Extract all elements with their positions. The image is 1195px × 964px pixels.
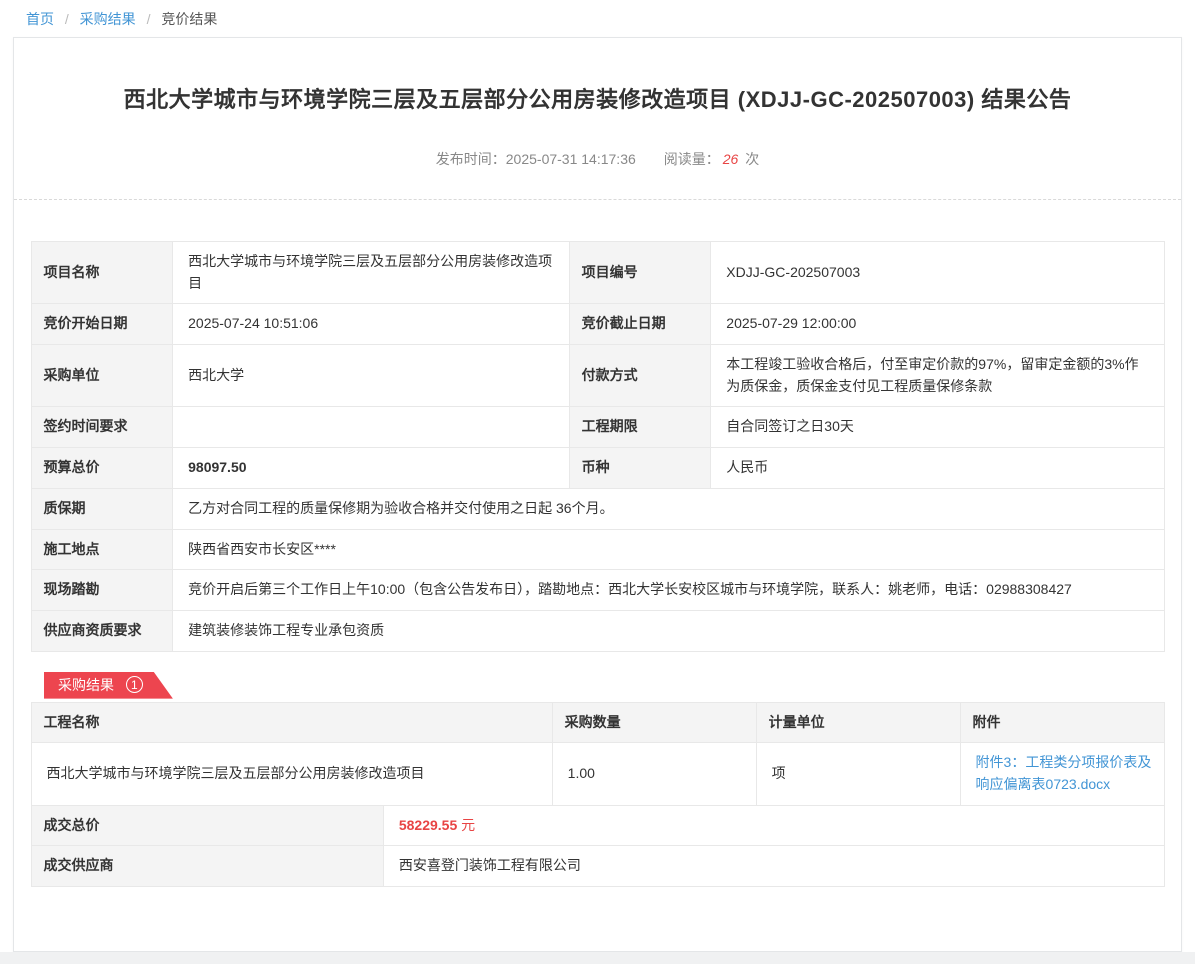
site-survey-label: 现场踏勘 — [31, 570, 173, 611]
project-number-label: 项目编号 — [569, 242, 711, 304]
deal-total-price-number: 58229.55 — [399, 817, 457, 833]
attachment-link[interactable]: 附件3：工程类分项报价表及响应偏离表0723.docx — [976, 754, 1152, 792]
deal-total-price-value: 58229.55 元 — [383, 805, 1164, 846]
breadcrumb-home-link[interactable]: 首页 — [26, 11, 54, 27]
construction-site-label: 施工地点 — [31, 529, 173, 570]
payment-method-label: 付款方式 — [569, 345, 711, 407]
breadcrumb-separator: / — [147, 11, 151, 27]
table-row: 施工地点 陕西省西安市长安区**** — [31, 529, 1164, 570]
signing-time-label: 签约时间要求 — [31, 407, 173, 448]
table-row: 供应商资质要求 建筑装修装饰工程专业承包资质 — [31, 610, 1164, 651]
announcement-card: 西北大学城市与环境学院三层及五层部分公用房装修改造项目 (XDJJ-GC-202… — [13, 37, 1182, 952]
attachment-column-header: 附件 — [960, 702, 1164, 743]
deal-summary-table: 成交总价 58229.55 元 成交供应商 西安喜登门装饰工程有限公司 — [31, 805, 1165, 887]
result-project-name: 西北大学城市与环境学院三层及五层部分公用房装修改造项目 — [31, 743, 552, 805]
budget-total-label: 预算总价 — [31, 448, 173, 489]
winning-supplier-label: 成交供应商 — [31, 846, 383, 887]
publish-time-value: 2025-07-31 14:17:36 — [506, 151, 636, 167]
procurement-result-badge-label: 采购结果 — [58, 677, 114, 693]
breadcrumb: 首页 / 采购结果 / 竞价结果 — [0, 0, 1195, 37]
table-row: 成交供应商 西安喜登门装饰工程有限公司 — [31, 846, 1164, 887]
result-quantity: 1.00 — [552, 743, 756, 805]
table-row: 采购单位 西北大学 付款方式 本工程竣工验收合格后，付至审定价款的97%，留审定… — [31, 345, 1164, 407]
table-row: 预算总价 98097.50 币种 人民币 — [31, 448, 1164, 489]
table-row: 现场踏勘 竞价开启后第三个工作日上午10:00（包含公告发布日），踏勘地点：西北… — [31, 570, 1164, 611]
table-row: 竞价开始日期 2025-07-24 10:51:06 竞价截止日期 2025-0… — [31, 304, 1164, 345]
page-title: 西北大学城市与环境学院三层及五层部分公用房装修改造项目 (XDJJ-GC-202… — [14, 38, 1181, 114]
construction-site-value: 陕西省西安市长安区**** — [173, 529, 1164, 570]
breadcrumb-separator: / — [65, 11, 69, 27]
project-number-value: XDJJ-GC-202507003 — [711, 242, 1164, 304]
deal-total-price-label: 成交总价 — [31, 805, 383, 846]
unit-column-header: 计量单位 — [756, 702, 960, 743]
project-name-column-header: 工程名称 — [31, 702, 552, 743]
views-unit: 次 — [745, 151, 759, 167]
breadcrumb-procurement-results-link[interactable]: 采购结果 — [80, 11, 136, 27]
warranty-period-label: 质保期 — [31, 488, 173, 529]
dashed-divider — [14, 199, 1181, 200]
warranty-period-value: 乙方对合同工程的质量保修期为验收合格并交付使用之日起 36个月。 — [173, 488, 1164, 529]
winning-supplier-value: 西安喜登门装饰工程有限公司 — [383, 846, 1164, 887]
bid-start-date-label: 竞价开始日期 — [31, 304, 173, 345]
signing-time-value — [173, 407, 570, 448]
purchasing-unit-value: 西北大学 — [173, 345, 570, 407]
table-row: 质保期 乙方对合同工程的质量保修期为验收合格并交付使用之日起 36个月。 — [31, 488, 1164, 529]
project-info-table: 项目名称 西北大学城市与环境学院三层及五层部分公用房装修改造项目 项目编号 XD… — [31, 241, 1165, 652]
project-name-value: 西北大学城市与环境学院三层及五层部分公用房装修改造项目 — [173, 242, 570, 304]
page-footer-strip — [0, 952, 1195, 964]
procurement-result-badge: 采购结果 1 — [44, 672, 173, 699]
table-row: 项目名称 西北大学城市与环境学院三层及五层部分公用房装修改造项目 项目编号 XD… — [31, 242, 1164, 304]
result-unit: 项 — [756, 743, 960, 805]
project-name-label: 项目名称 — [31, 242, 173, 304]
table-row: 成交总价 58229.55 元 — [31, 805, 1164, 846]
quantity-column-header: 采购数量 — [552, 702, 756, 743]
supplier-qualification-label: 供应商资质要求 — [31, 610, 173, 651]
result-count-badge: 1 — [126, 676, 143, 693]
views-label: 阅读量： — [664, 151, 720, 167]
publish-meta: 发布时间：2025-07-31 14:17:36 阅读量：26 次 — [14, 149, 1181, 169]
supplier-qualification-value: 建筑装修装饰工程专业承包资质 — [173, 610, 1164, 651]
views-count: 26 — [723, 151, 739, 167]
publish-time-label: 发布时间： — [436, 151, 506, 167]
deal-total-price-unit: 元 — [461, 817, 475, 833]
bid-deadline-value: 2025-07-29 12:00:00 — [711, 304, 1164, 345]
table-row: 签约时间要求 工程期限 自合同签订之日30天 — [31, 407, 1164, 448]
budget-total-value: 98097.50 — [173, 448, 570, 489]
result-table-header-row: 工程名称 采购数量 计量单位 附件 — [31, 702, 1164, 743]
result-table-data-row: 西北大学城市与环境学院三层及五层部分公用房装修改造项目 1.00 项 附件3：工… — [31, 743, 1164, 805]
currency-label: 币种 — [569, 448, 711, 489]
bid-deadline-label: 竞价截止日期 — [569, 304, 711, 345]
payment-method-value: 本工程竣工验收合格后，付至审定价款的97%，留审定金额的3%作为质保金，质保金支… — [711, 345, 1164, 407]
site-survey-value: 竞价开启后第三个工作日上午10:00（包含公告发布日），踏勘地点：西北大学长安校… — [173, 570, 1164, 611]
currency-value: 人民币 — [711, 448, 1164, 489]
result-table: 工程名称 采购数量 计量单位 附件 西北大学城市与环境学院三层及五层部分公用房装… — [31, 702, 1165, 806]
bid-start-date-value: 2025-07-24 10:51:06 — [173, 304, 570, 345]
breadcrumb-current-bidding-results: 竞价结果 — [161, 11, 217, 27]
project-duration-label: 工程期限 — [569, 407, 711, 448]
project-duration-value: 自合同签订之日30天 — [711, 407, 1164, 448]
purchasing-unit-label: 采购单位 — [31, 345, 173, 407]
